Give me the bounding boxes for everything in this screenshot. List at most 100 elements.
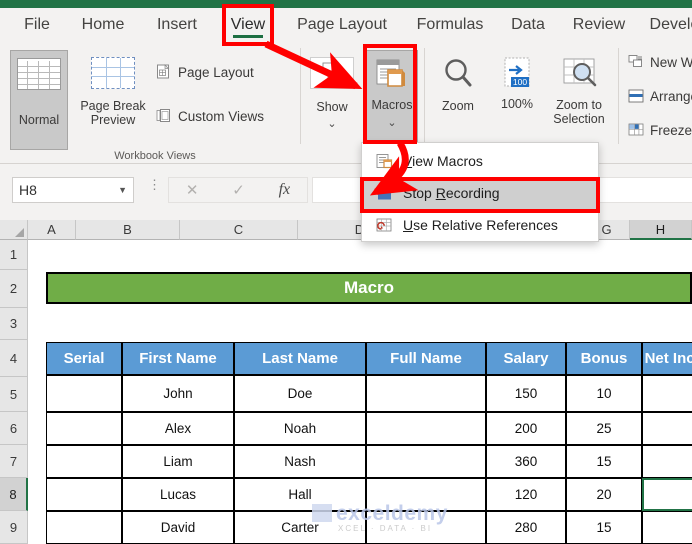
cell-serial-r9[interactable] [46,511,122,544]
cell-bonus-r9[interactable]: 15 [566,511,642,544]
table-header-bonus[interactable]: Bonus [566,342,642,375]
svg-text:100: 100 [513,77,527,87]
cell-net-income-r9[interactable] [642,511,692,544]
column-header-c[interactable]: C [180,220,298,240]
row-header-7[interactable]: 7 [0,445,28,478]
cell-last-name-r9[interactable]: Carter [234,511,366,544]
cell-salary-r6[interactable]: 200 [486,412,566,445]
table-header-salary[interactable]: Salary [486,342,566,375]
freeze-panes-command[interactable]: Freeze Panes [628,122,692,138]
excel-window: File Home Insert View Page Layout Formul… [0,0,692,544]
normal-view-button[interactable]: Normal [10,50,68,150]
cell-first-name-r7[interactable]: Liam [122,445,234,478]
cell-serial-r8[interactable] [46,478,122,511]
table-header-full-name[interactable]: Full Name [366,342,486,375]
stop-recording-icon [376,185,393,202]
cell-last-name-r6[interactable]: Noah [234,412,366,445]
zoom-to-selection-button[interactable]: Zoom to Selection [546,50,612,150]
tab-page-layout[interactable]: Page Layout [286,8,398,42]
row-header-4[interactable]: 4 [0,340,28,377]
cell-salary-r7[interactable]: 360 [486,445,566,478]
tab-formulas[interactable]: Formulas [408,8,492,42]
name-box[interactable]: H8 ▼ [12,177,134,203]
menu-item-use-relative-references[interactable]: Use Relative References [362,209,600,241]
cell-last-name-r8[interactable]: Hall [234,478,366,511]
tab-view-label: View [231,16,265,34]
select-all-corner[interactable] [0,220,28,240]
tab-review[interactable]: Review [564,8,634,42]
chevron-down-icon[interactable]: ⌄ [327,120,336,128]
row-header-1[interactable]: 1 [0,240,28,270]
cell-full-name-r7[interactable] [366,445,486,478]
cell-first-name-r8[interactable]: Lucas [122,478,234,511]
macro-title-banner[interactable]: Macro [46,272,692,304]
name-box-chevron-down-icon[interactable]: ▼ [118,185,127,195]
menu-item-stop-recording[interactable]: Stop Recording [362,177,600,209]
cell-serial-r6[interactable] [46,412,122,445]
row-header-2[interactable]: 2 [0,270,28,308]
custom-views-command[interactable]: Custom Views [156,108,264,124]
cell-bonus-r7[interactable]: 15 [566,445,642,478]
row-header-5[interactable]: 5 [0,377,28,412]
show-label: Show [316,101,347,114]
row-header-9[interactable]: 9 [0,511,28,544]
cell-full-name-r9[interactable] [366,511,486,544]
freeze-panes-label: Freeze Panes [650,123,692,138]
zoom-magnifier-icon [436,56,480,90]
table-header-serial[interactable]: Serial [46,342,122,375]
column-header-a[interactable]: A [28,220,76,240]
cell-last-name-r7[interactable]: Nash [234,445,366,478]
zoom-to-selection-icon [556,56,602,90]
cell-serial-r5[interactable] [46,375,122,412]
zoom-100-icon: 100 [497,56,537,90]
cell-bonus-r6[interactable]: 25 [566,412,642,445]
menu-item-view-macros[interactable]: View Macros [362,145,600,177]
cell-full-name-r6[interactable] [366,412,486,445]
cell-first-name-r5[interactable]: John [122,375,234,412]
macros-chevron-down-icon[interactable]: ⌄ [387,119,396,127]
tab-home[interactable]: Home [70,8,136,42]
page-break-preview-button[interactable]: Page Break Preview [72,50,154,150]
table-header-last-name[interactable]: Last Name [234,342,366,375]
cell-last-name-r5[interactable]: Doe [234,375,366,412]
cell-serial-r7[interactable] [46,445,122,478]
cell-first-name-r6[interactable]: Alex [122,412,234,445]
macros-button[interactable]: Macros ⌄ [366,50,418,150]
cell-net-income-r7[interactable] [642,445,692,478]
row-header-3[interactable]: 3 [0,308,28,340]
zoom-button[interactable]: Zoom [430,50,486,150]
cell-full-name-r5[interactable] [366,375,486,412]
table-header-first-name[interactable]: First Name [122,342,234,375]
new-window-icon [628,54,644,70]
column-header-b[interactable]: B [76,220,180,240]
zoom-100-button[interactable]: 100 100% [490,50,544,150]
row-header-6[interactable]: 6 [0,412,28,445]
show-icon [310,57,354,89]
enter-icon[interactable]: ✓ [232,181,245,199]
cell-bonus-r5[interactable]: 10 [566,375,642,412]
new-window-command[interactable]: New Window [628,54,692,70]
formula-bar-grip[interactable]: ⋮ [148,182,161,187]
cell-salary-r9[interactable]: 280 [486,511,566,544]
arrange-all-command[interactable]: Arrange All [628,88,692,104]
column-header-h[interactable]: H [630,220,692,240]
page-layout-command[interactable]: Page Layout [156,64,254,80]
row-header-8[interactable]: 8 [0,478,28,511]
tab-data[interactable]: Data [504,8,552,42]
cell-net-income-r6[interactable] [642,412,692,445]
show-button[interactable]: Show ⌄ [306,50,358,150]
cell-net-income-r5[interactable] [642,375,692,412]
cell-first-name-r9[interactable]: David [122,511,234,544]
tab-insert[interactable]: Insert [148,8,206,42]
cell-bonus-r8[interactable]: 20 [566,478,642,511]
tab-developer[interactable]: Developer [646,8,692,42]
cell-full-name-r8[interactable] [366,478,486,511]
cancel-icon[interactable]: ✕ [186,181,199,199]
table-header-net-income[interactable]: Net Income [642,342,692,375]
insert-function-icon[interactable]: fx [279,181,291,199]
tab-file[interactable]: File [14,8,60,42]
active-cell-h8[interactable] [642,478,692,511]
cell-salary-r8[interactable]: 120 [486,478,566,511]
tab-view[interactable]: View [222,8,274,42]
cell-salary-r5[interactable]: 150 [486,375,566,412]
